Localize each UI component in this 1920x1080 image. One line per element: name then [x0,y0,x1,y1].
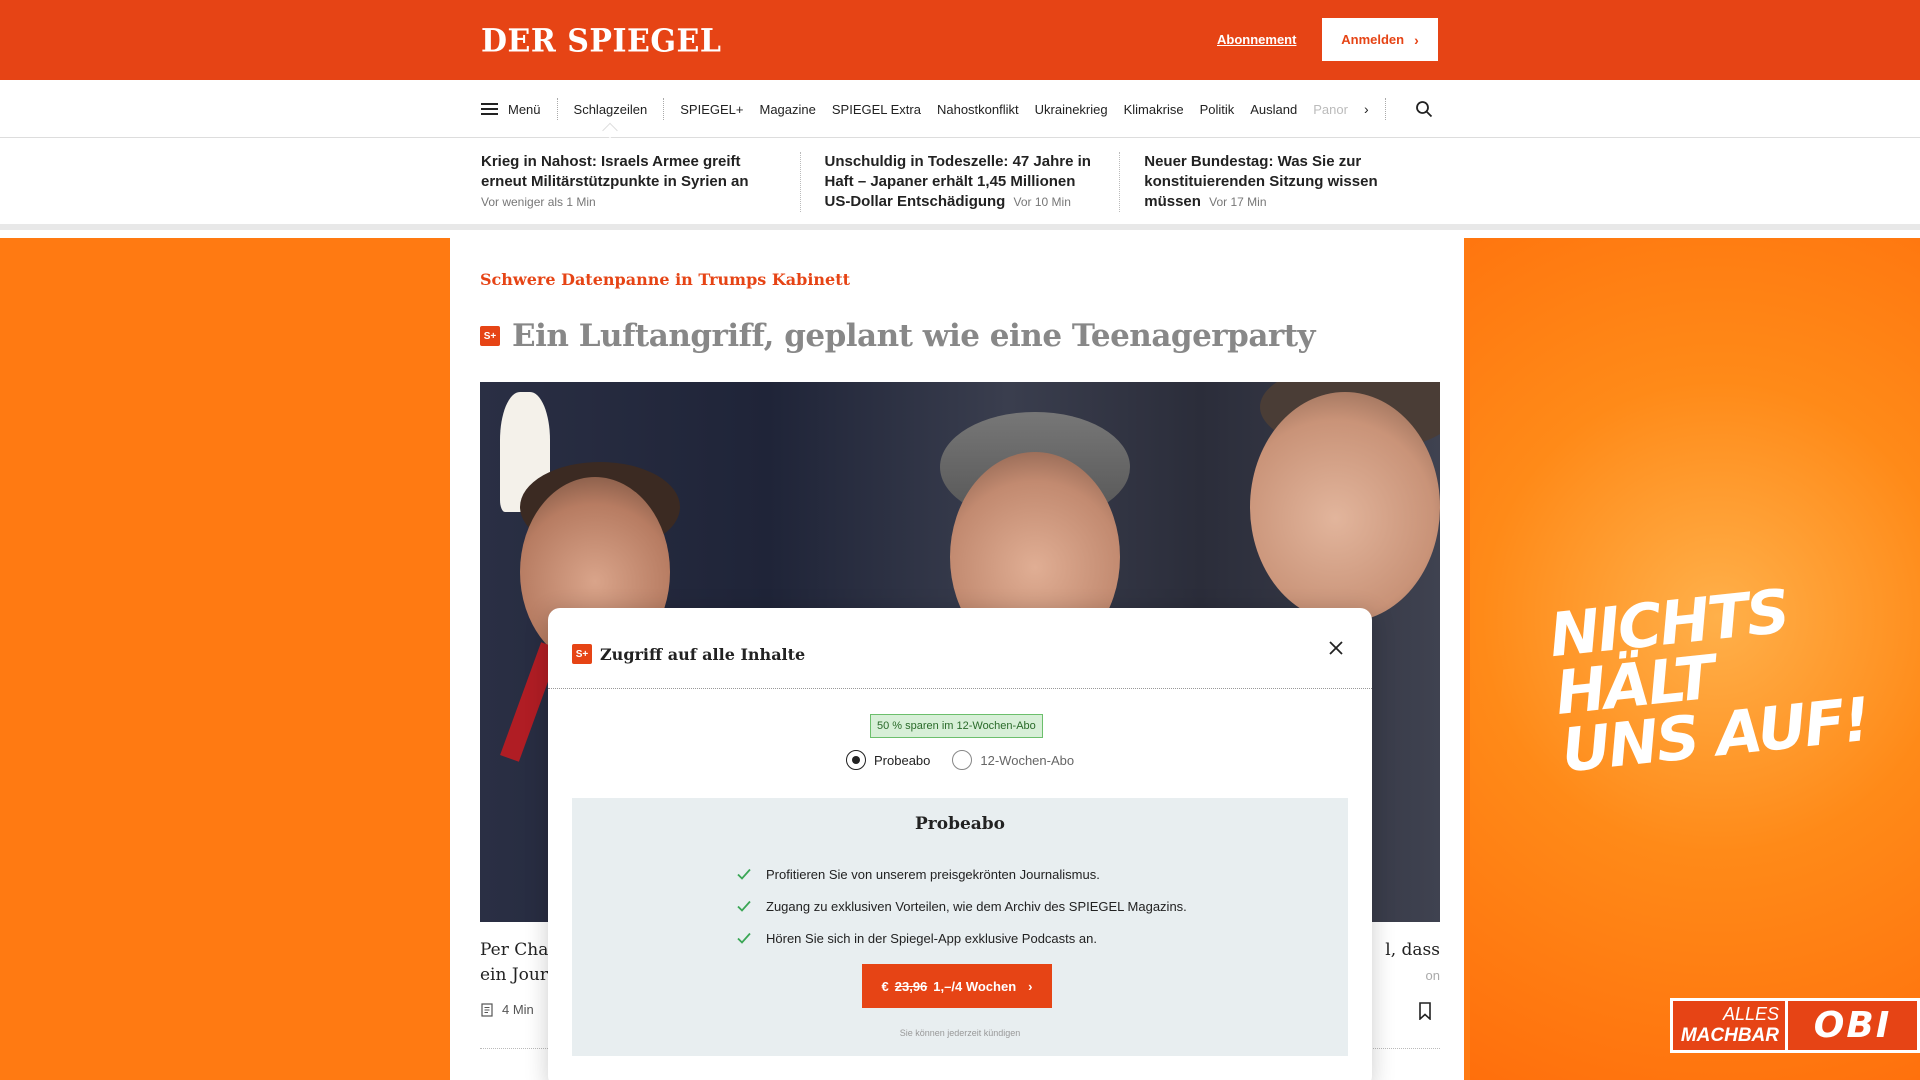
headline-text: Ein Luftangriff, geplant wie eine Teenag… [512,318,1316,354]
nav-item-spiegel-plus[interactable]: SPIEGEL+ [680,102,743,117]
feature-list: Profitieren Sie von unserem preisgekrönt… [736,858,1187,954]
modal-divider [548,688,1372,689]
plan-details: Probeabo Profitieren Sie von unserem pre… [572,798,1348,1056]
nav-scroll-right-icon[interactable]: › [1364,101,1369,117]
radio-label: Probeabo [874,752,931,768]
nav-item-politik[interactable]: Politik [1200,102,1235,117]
radio-unselected-icon [952,750,973,770]
obi-logo: ALLES MACHBAR OBI [1670,998,1920,1053]
ad-machbar: MACHBAR [1680,1025,1779,1046]
ticker-item[interactable]: Neuer Bundestag: Was Sie zur konstituier… [1119,152,1439,212]
radio-selected-icon [846,750,866,770]
nav-item-panorama[interactable]: Panor [1313,102,1348,117]
site-header: DER SPIEGEL Abonnement Anmelden › [0,0,1920,80]
feature-text: Zugang zu exklusiven Vorteilen, wie dem … [766,898,1187,914]
ad-right-banner[interactable]: NICHTS HÄLT UNS AUF! ALLES MACHBAR OBI [1470,238,1920,1080]
ticker-time: Vor 17 Min [1209,195,1267,209]
cancel-note: Sie können jederzeit kündigen [899,1028,1021,1038]
read-time: 4 Min [480,1002,534,1017]
subscribe-cta-button[interactable]: € 23,96 1,–/4 Wochen › [862,964,1052,1008]
cta-new-price: 1,–/4 Wochen [933,978,1017,994]
radio-label: 12-Wochen-Abo [980,752,1075,768]
cta-old-price: 23,96 [894,978,928,994]
teaser-line: l, dass [1385,940,1440,960]
login-button[interactable]: Anmelden › [1322,18,1438,61]
read-time-label: 4 Min [502,1002,534,1017]
ad-left-banner[interactable] [0,238,450,1080]
feature-item: Zugang zu exklusiven Vorteilen, wie dem … [736,890,1187,922]
news-ticker: Krieg in Nahost: Israels Armee greift er… [0,138,1920,230]
plan-title: Probeabo [914,814,1006,834]
subscription-link[interactable]: Abonnement [1217,32,1296,47]
feature-text: Hören Sie sich in der Spiegel-App exklus… [766,930,1097,946]
modal-title: Zugriff auf alle Inhalte [600,644,806,664]
ad-slogan: NICHTS HÄLT UNS AUF! [1546,569,1920,787]
modal-header: S+ Zugriff auf alle Inhalte [572,644,805,664]
nav-item-nahostkonflikt[interactable]: Nahostkonflikt [937,102,1019,117]
feature-item: Hören Sie sich in der Spiegel-App exklus… [736,922,1187,954]
nav-item-klimakrise[interactable]: Klimakrise [1124,102,1184,117]
feature-text: Profitieren Sie von unserem preisgekrönt… [766,866,1100,882]
feature-item: Profitieren Sie von unserem preisgekrönt… [736,858,1187,890]
chevron-right-icon: › [1028,978,1033,994]
menu-label: Menü [508,101,541,117]
nav-item-schlagzeilen[interactable]: Schlagzeilen [574,102,648,117]
article-headline[interactable]: S+ Ein Luftangriff, geplant wie eine Tee… [480,318,1316,354]
savings-badge: 50 % sparen im 12-Wochen-Abo [870,714,1043,738]
menu-button[interactable]: Menü [481,102,559,117]
ad-alles: ALLES [1722,1004,1779,1024]
hero-person-face [1250,392,1440,622]
nav-item-ausland[interactable]: Ausland [1250,102,1297,117]
nav-divider [1384,98,1386,120]
ticker-item[interactable]: Unschuldig in Todeszelle: 47 Jahre in Ha… [799,152,1120,212]
spiegel-logo[interactable]: DER SPIEGEL [481,23,721,60]
spiegel-plus-icon: S+ [572,644,592,664]
article-icon [481,1002,493,1017]
nav-divider [663,98,665,120]
cta-currency: € [881,978,889,994]
nav-item-spiegel-extra[interactable]: SPIEGEL Extra [832,102,921,117]
check-icon [737,932,751,944]
spiegel-plus-icon: S+ [480,326,500,346]
check-icon [737,900,751,912]
ticker-title: Krieg in Nahost: Israels Armee greift er… [481,153,749,190]
search-icon[interactable] [1415,100,1433,118]
check-icon [737,868,751,880]
article-kicker[interactable]: Schwere Datenpanne in Trumps Kabinett [480,270,850,289]
obi-brand: OBI [1788,998,1920,1053]
chevron-right-icon: › [1414,31,1419,48]
close-icon[interactable] [1324,636,1348,660]
radio-probeabo[interactable]: Probeabo [846,750,930,770]
paywall-modal: S+ Zugriff auf alle Inhalte 50 % sparen … [548,608,1372,1080]
nav-item-magazine[interactable]: Magazine [759,102,815,117]
nav-divider [556,98,558,120]
ticker-item[interactable]: Krieg in Nahost: Israels Armee greift er… [481,152,800,212]
login-button-label: Anmelden [1341,32,1405,47]
nav-item-ukrainekrieg[interactable]: Ukrainekrieg [1035,102,1108,117]
radio-12-wochen-abo[interactable]: 12-Wochen-Abo [952,750,1074,770]
hamburger-icon [481,103,498,115]
main-navigation: Menü Schlagzeilen SPIEGEL+ Magazine SPIE… [0,80,1920,138]
plan-selector: Probeabo 12-Wochen-Abo [846,750,1074,770]
teaser-line: Per Chat [480,940,556,960]
ticker-time: Vor weniger als 1 Min [481,195,596,209]
bookmark-icon[interactable] [1418,1002,1432,1020]
ticker-time: Vor 10 Min [1013,195,1071,209]
teaser-line: on [1425,968,1440,983]
